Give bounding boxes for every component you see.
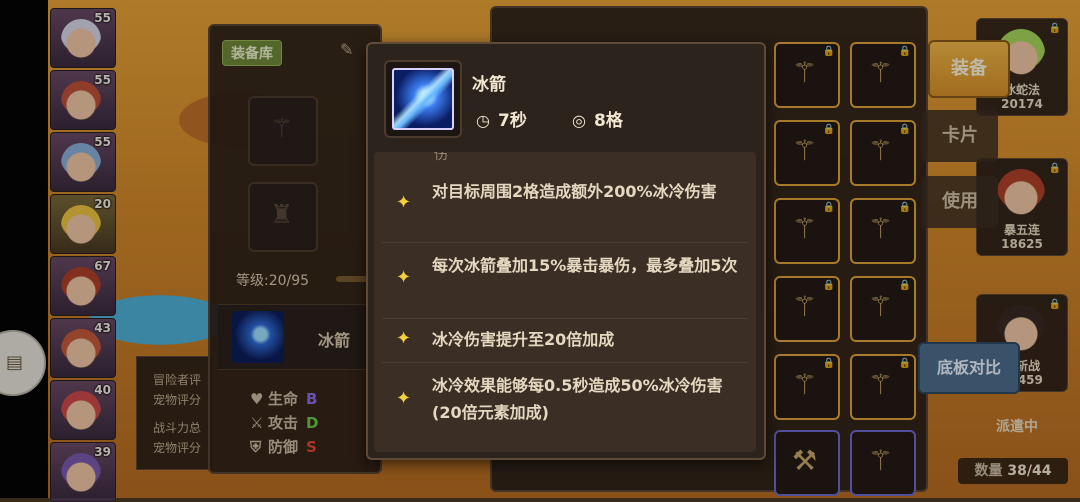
range-value: 8格 [594, 111, 623, 131]
effect-text: 冰冷伤害提升至20倍加成 [432, 330, 615, 349]
star-icon: ✦ [396, 328, 412, 349]
skill-icon-frame [384, 60, 462, 138]
effect-text: 对目标周围2格造成额外200%冰冷伤害 [432, 182, 717, 201]
star-icon: ✦ [396, 267, 412, 288]
effect-item: ✦ 冰冷效果能够每0.5秒造成50%冰冷伤害(20倍元素加成) [382, 362, 748, 436]
range: ◎ 8格 [572, 106, 623, 131]
scrolled-text: 伤 [434, 152, 448, 163]
effect-item: ✦ 对目标周围2格造成额外200%冰冷伤害 [382, 168, 748, 243]
target-icon: ◎ [572, 111, 586, 130]
effect-list: 伤 ✦ 对目标周围2格造成额外200%冰冷伤害 ✦ 每次冰箭叠加15%暴击暴伤，… [374, 152, 756, 452]
effect-text: 冰冷效果能够每0.5秒造成50%冰冷伤害(20倍元素加成) [432, 376, 723, 422]
clock-icon: ◷ [476, 111, 490, 130]
cooldown: ◷ 7秒 [476, 106, 527, 131]
effect-text: 每次冰箭叠加15%暴击暴伤，最多叠加5次 [432, 256, 738, 275]
ice-arrow-icon [392, 68, 454, 130]
effect-item: ✦ 每次冰箭叠加15%暴击暴伤，最多叠加5次 [382, 242, 748, 319]
star-icon: ✦ [396, 388, 412, 409]
effect-item: ✦ 冰冷伤害提升至20倍加成 [382, 318, 748, 363]
cooldown-value: 7秒 [498, 111, 527, 131]
skill-tooltip: 冰箭 ◷ 7秒 ◎ 8格 伤 ✦ 对目标周围2格造成额外200%冰冷伤害 ✦ 每次冰… [366, 42, 766, 460]
skill-name: 冰箭 [472, 75, 506, 95]
star-icon: ✦ [396, 192, 412, 213]
